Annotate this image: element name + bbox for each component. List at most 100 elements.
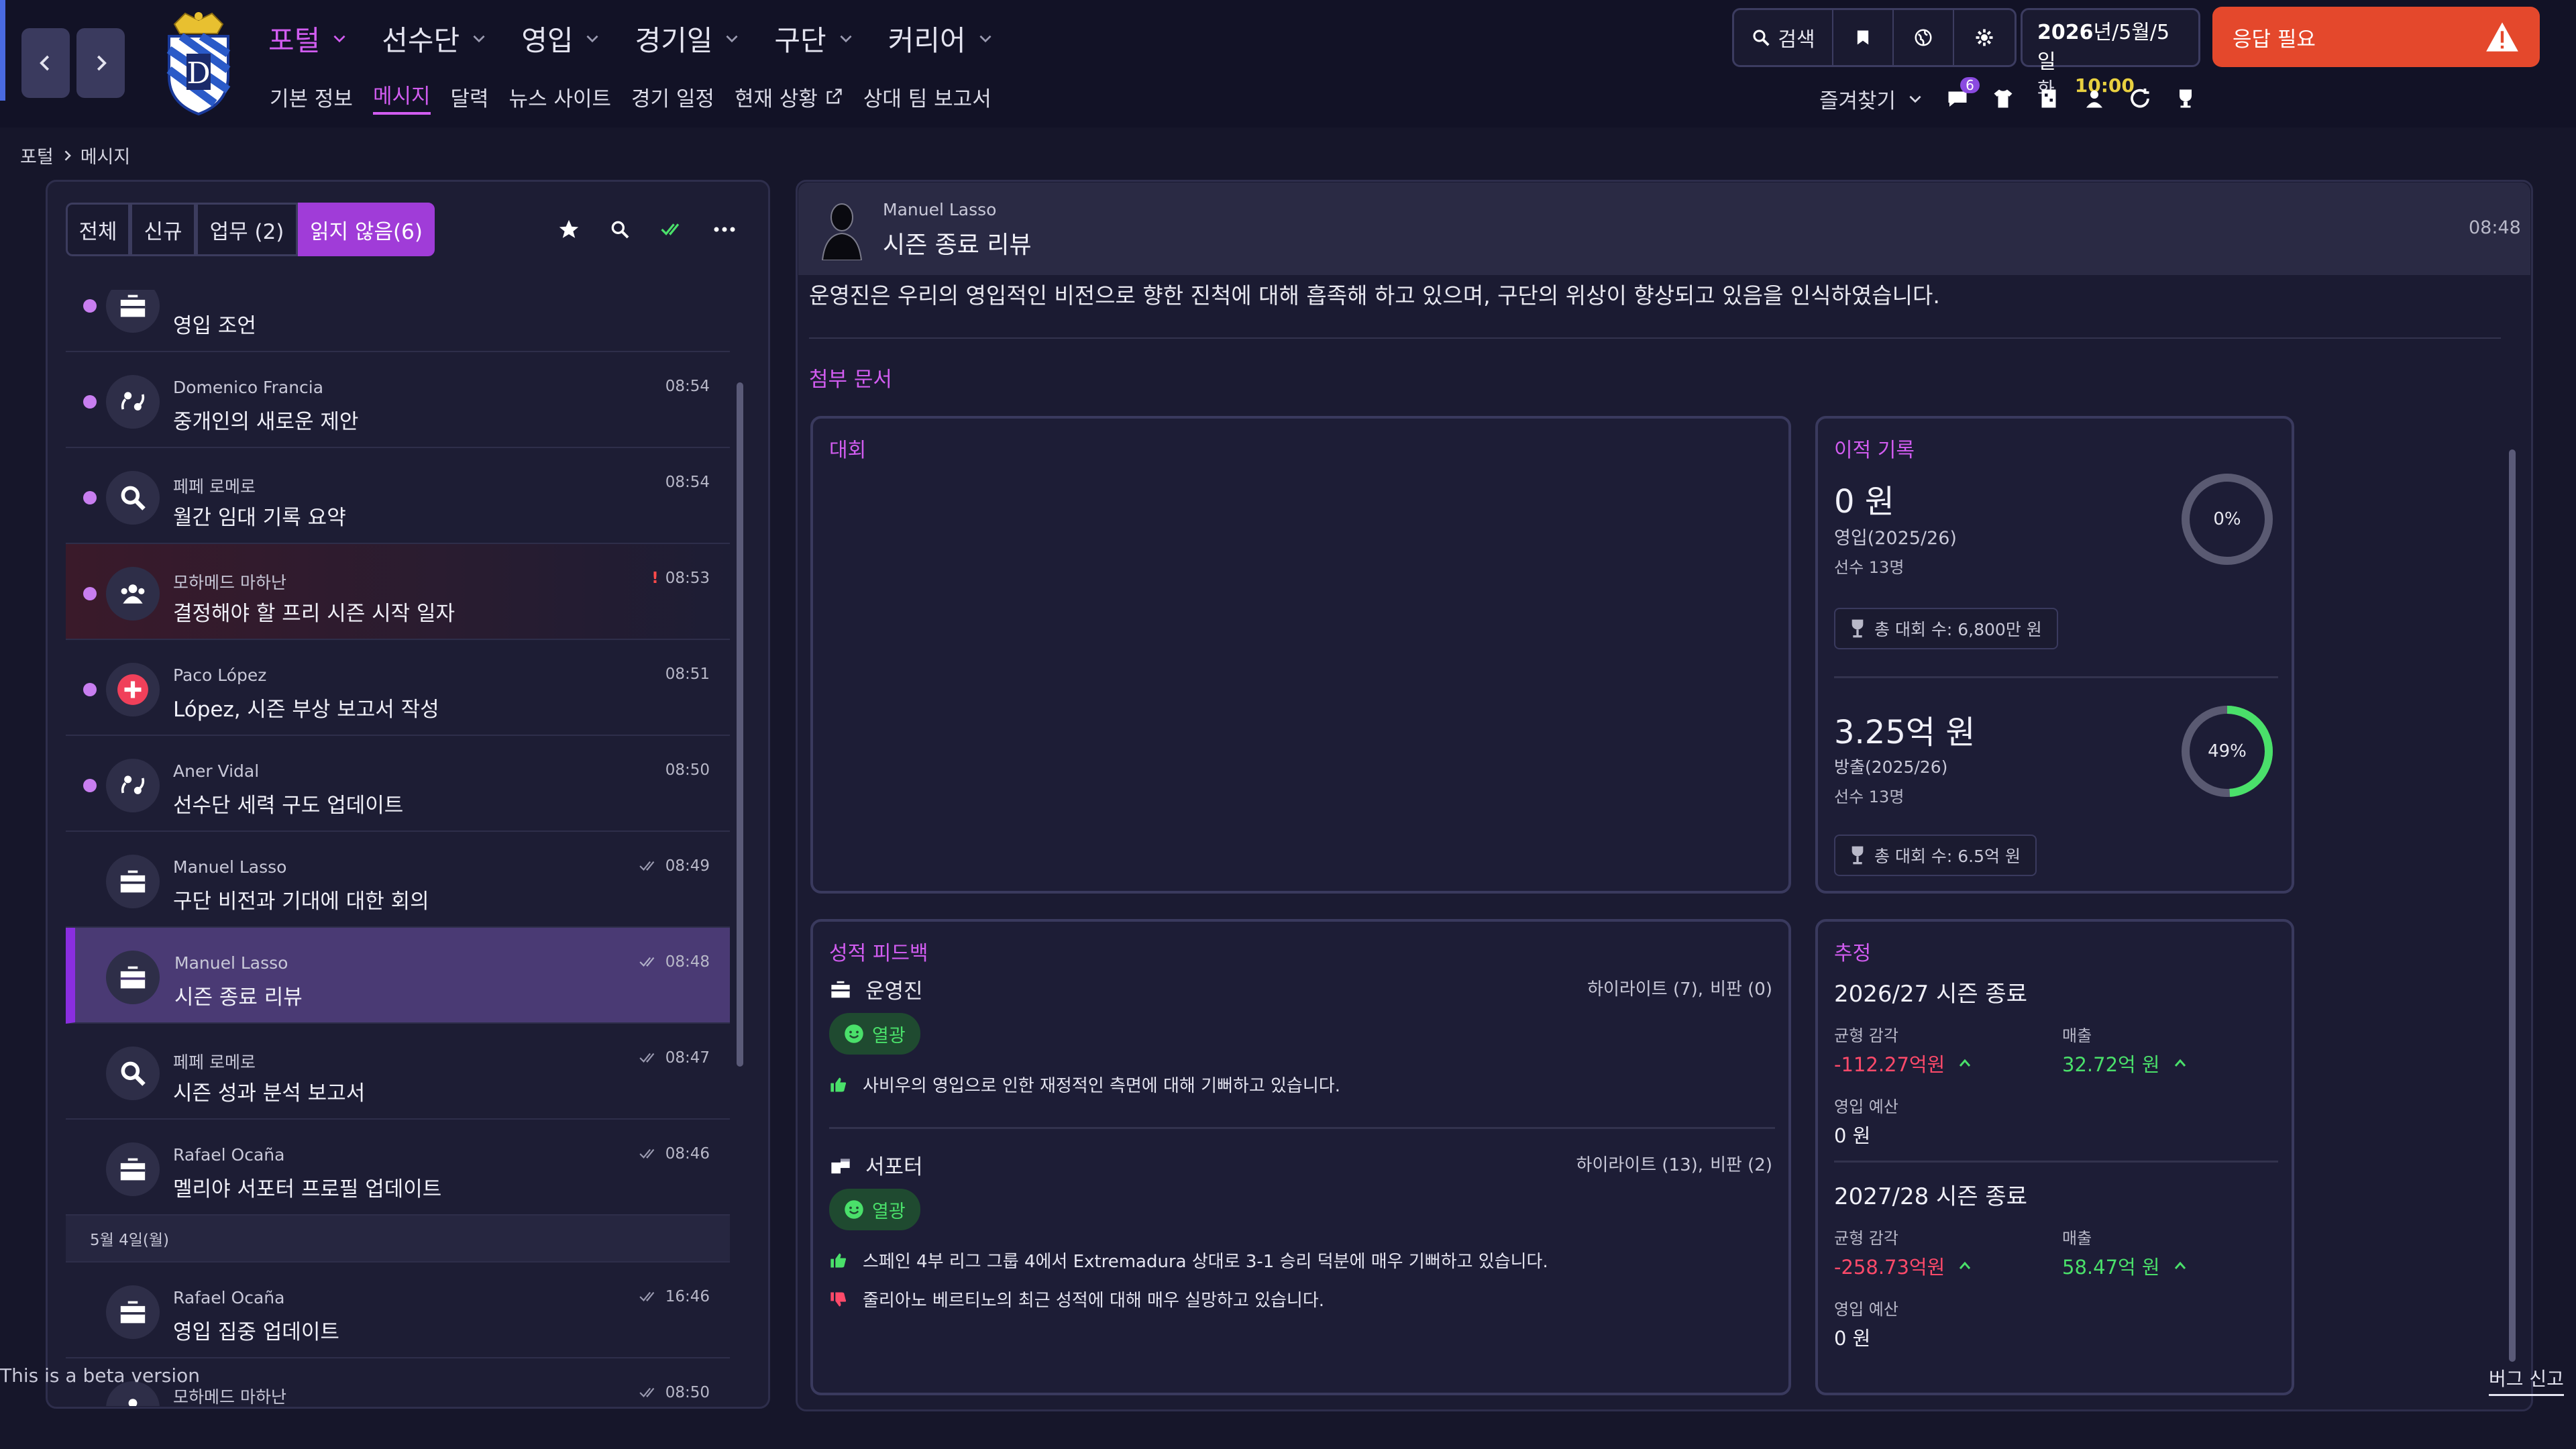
criticism-count: 비판 (2) <box>1710 1155 1772 1175</box>
nav-matchday[interactable]: 경기일 <box>635 18 741 59</box>
respond-needed-button[interactable]: 응답 필요 <box>2212 7 2540 67</box>
club-crest[interactable]: D <box>161 9 236 117</box>
search-icon <box>1753 30 1770 46</box>
chevron-down-icon <box>979 35 991 43</box>
filter-unread[interactable]: 읽지 않음(6) <box>298 203 435 256</box>
message-time-text: 08:51 <box>665 665 710 683</box>
feedback-counts: 하이라이트 (13), 비판 (2) <box>1576 1151 1772 1176</box>
svg-text:D: D <box>186 56 210 91</box>
message-row[interactable]: 영입 조언 <box>66 290 730 352</box>
subnav-fixtures[interactable]: 경기 일정 <box>631 82 714 112</box>
feedback-item-positive: 스페인 4부 리그 그룹 4에서 Extremadura 상대로 3-1 승리 … <box>829 1248 1548 1273</box>
avatar <box>106 1285 160 1339</box>
feedback-item-positive: 사비우의 영입으로 인한 재정적인 측면에 대해 기뻐하고 있습니다. <box>829 1072 1340 1097</box>
tactics-board-icon[interactable] <box>2037 87 2061 111</box>
warning-icon <box>2486 22 2518 52</box>
unread-dot <box>83 587 97 600</box>
message-subject: 중개인의 새로운 제안 <box>173 410 359 434</box>
nav-portal[interactable]: 포털 <box>268 18 348 59</box>
message-row[interactable]: Manuel Lasso 구단 비전과 기대에 대한 회의 08:49 <box>66 832 730 928</box>
subnav-status-label: 현재 상황 <box>734 87 818 111</box>
chevron-left-icon <box>40 55 50 71</box>
game-date[interactable]: 2026년/5월/5일 화 10:00 <box>2021 8 2200 100</box>
detail-scrollbar[interactable] <box>2509 449 2516 1362</box>
nav-label: 선수단 <box>382 23 460 57</box>
world-button[interactable] <box>1894 10 1954 65</box>
chevron-down-icon <box>586 35 599 43</box>
nav-career[interactable]: 커리어 <box>888 18 994 59</box>
balance-text: -258.73억원 <box>1834 1256 1945 1279</box>
chat-button[interactable]: 6 <box>1945 77 1980 111</box>
notes-button[interactable] <box>1833 10 1894 65</box>
filter-all[interactable]: 전체 <box>66 203 130 256</box>
filter-tasks[interactable]: 업무 (2) <box>196 203 298 256</box>
message-row[interactable]: Aner Vidal 선수단 세력 구도 업데이트 08:50 <box>66 736 730 832</box>
subnav-info[interactable]: 기본 정보 <box>270 82 353 112</box>
settings-button[interactable] <box>1954 10 2015 65</box>
message-list-scrollbar[interactable] <box>737 382 743 1067</box>
nav-club[interactable]: 구단 <box>774 18 854 59</box>
message-subject: 구단 비전과 기대에 대한 회의 <box>173 890 429 914</box>
avatar <box>106 855 160 908</box>
scout-icon[interactable] <box>2082 87 2106 111</box>
subnav-news[interactable]: 뉴스 사이트 <box>509 82 611 112</box>
breadcrumb-messages: 메시지 <box>80 147 131 168</box>
group-icon <box>121 584 145 604</box>
search-messages-button[interactable] <box>602 212 637 247</box>
back-button[interactable] <box>21 28 70 98</box>
group-icon <box>128 1399 138 1406</box>
nav-label: 커리어 <box>888 23 966 57</box>
notification-badge: 6 <box>1960 77 1980 93</box>
subnav-status[interactable]: 현재 상황 <box>735 82 843 112</box>
budget-value: 0 원 <box>1834 1124 1871 1147</box>
favorites-dropdown[interactable]: 즐겨찾기 <box>1819 84 1924 114</box>
message-row-selected[interactable]: Manuel Lasso 시즌 종료 리뷰 08:48 <box>66 928 730 1024</box>
transfer-out-total: 총 대회 수: 6.5억 원 <box>1834 835 2037 876</box>
double-check-icon <box>639 861 655 871</box>
message-row[interactable]: Paco López López, 시즌 부상 보고서 작성 08:51 <box>66 640 730 736</box>
avatar <box>106 1142 160 1196</box>
message-header <box>798 182 2530 275</box>
balance-label: 균형 감각 <box>1834 1229 1898 1248</box>
favorite-button[interactable] <box>551 212 586 247</box>
shirt-icon[interactable] <box>1991 87 2015 111</box>
estimate-title: 추정 <box>1834 942 1872 965</box>
message-list[interactable]: 영입 조언 Domenico Francia 중개인의 새로운 제안 08:54… <box>66 290 730 1406</box>
urgent-icon: ! <box>651 570 659 587</box>
message-time: 08:48 <box>639 953 710 971</box>
message-time: 08:46 <box>639 1145 710 1163</box>
search-button[interactable]: 검색 <box>1734 10 1833 65</box>
message-row[interactable]: Domenico Francia 중개인의 새로운 제안 08:54 <box>66 352 730 448</box>
trophy-icon[interactable] <box>2174 87 2198 111</box>
message-row[interactable]: Rafael Ocaña 멜리야 서포터 프로필 업데이트 08:46 <box>66 1120 730 1216</box>
bug-report-link[interactable]: 버그 신고 <box>2489 1364 2564 1396</box>
message-row[interactable]: 페페 로메로 시즌 성과 분석 보고서 08:47 <box>66 1024 730 1120</box>
estimate-card: 추정 2026/27 시즌 종료 균형 감각 -112.27억원 매출 32.7… <box>1815 919 2294 1395</box>
toolbar-group: 검색 <box>1732 8 2017 67</box>
subnav-messages[interactable]: 메시지 <box>372 79 431 115</box>
breadcrumb-portal[interactable]: 포털 <box>20 142 54 168</box>
subnav-opponent[interactable]: 상대 팀 보고서 <box>863 82 991 112</box>
message-row[interactable]: Rafael Ocaña 영입 집중 업데이트 16:46 <box>66 1263 730 1358</box>
nav-squad[interactable]: 선수단 <box>382 18 488 59</box>
forward-button[interactable] <box>76 28 125 98</box>
mark-read-button[interactable] <box>655 212 690 247</box>
transfer-in-label: 영입(2025/26) <box>1834 528 1957 549</box>
more-options-button[interactable] <box>707 212 742 247</box>
balance-text: -112.27억원 <box>1834 1053 1945 1076</box>
nav-transfers[interactable]: 영입 <box>521 18 601 59</box>
message-row[interactable]: 모하메드 마하난 결정해야 할 프리 시즌 시작 일자 ! 08:53 <box>66 544 730 640</box>
divider <box>1834 1161 2278 1163</box>
briefcase-icon <box>120 294 146 317</box>
subnav-calendar[interactable]: 달력 <box>451 82 489 112</box>
briefcase-icon <box>120 966 146 989</box>
double-check-icon <box>661 223 680 235</box>
message-row[interactable]: 페페 로메로 월간 임대 기록 요약 08:54 <box>66 448 730 544</box>
sub-nav: 기본 정보 메시지 달력 뉴스 사이트 경기 일정 현재 상황 상대 팀 보고서 <box>270 82 991 115</box>
chevron-up-icon <box>2174 1261 2186 1269</box>
balance-value: -258.73억원 <box>1834 1252 1973 1280</box>
unread-dot <box>83 779 97 792</box>
refresh-icon[interactable] <box>2128 87 2152 111</box>
breadcrumb: 포털 메시지 <box>20 142 130 168</box>
filter-new[interactable]: 신규 <box>130 203 196 256</box>
